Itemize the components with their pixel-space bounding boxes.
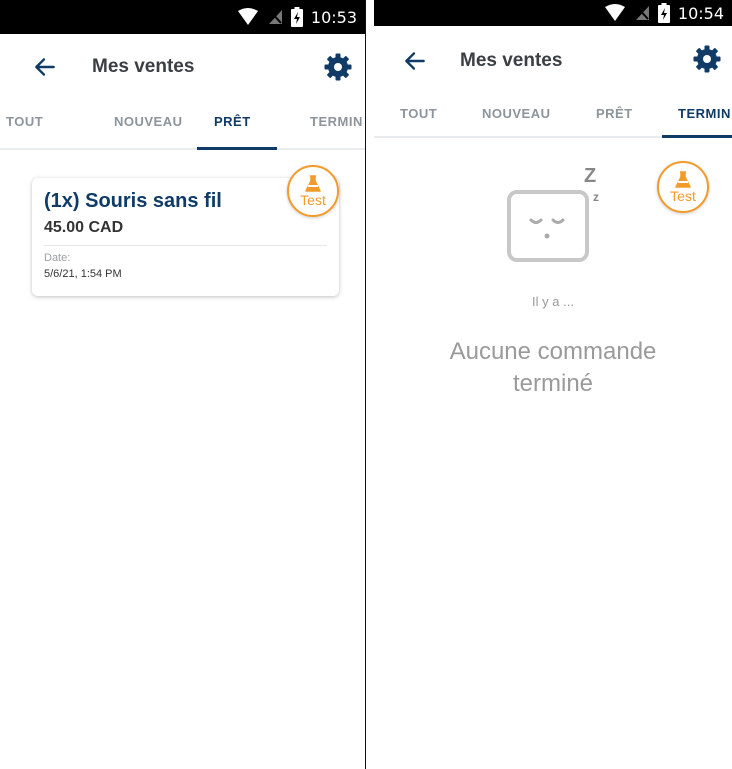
screen-completed-orders: 10:54 Mes ventes TOUT NOUVEAU PRÊT TERMI… <box>374 0 732 769</box>
page-title: Mes ventes <box>92 56 195 77</box>
active-tab-indicator <box>197 147 277 150</box>
tab-nouveau[interactable]: NOUVEAU <box>114 114 183 129</box>
tab-termine[interactable]: TERMIN <box>678 106 731 121</box>
tab-pret[interactable]: PRÊT <box>596 106 633 121</box>
status-bar: 10:54 <box>374 0 732 26</box>
test-mode-badge[interactable]: Test <box>657 161 709 213</box>
no-signal-icon <box>635 5 649 20</box>
battery-charging-icon <box>290 7 303 27</box>
wifi-icon <box>604 4 625 21</box>
test-badge-label: Test <box>300 191 326 208</box>
tab-nouveau[interactable]: NOUVEAU <box>482 106 551 121</box>
flask-icon <box>675 170 691 188</box>
sleep-z-large: Z <box>584 165 597 187</box>
order-date: 5/6/21, 1:54 PM <box>44 268 122 280</box>
screen-ready-orders: 10:53 Mes ventes TOUT NOUVEAU PRÊT TERMI… <box>0 0 365 769</box>
arrow-left-icon[interactable] <box>32 54 58 80</box>
sleeping-face-icon <box>507 190 589 262</box>
gear-icon[interactable] <box>692 44 722 74</box>
no-signal-icon <box>268 9 282 24</box>
app-bar: Mes ventes <box>374 26 732 94</box>
tab-tout[interactable]: TOUT <box>6 114 43 129</box>
empty-message-line-2: terminé <box>512 370 594 397</box>
screens-divider <box>365 0 374 769</box>
order-price: 45.00 CAD <box>44 219 124 236</box>
gear-icon[interactable] <box>323 52 353 82</box>
empty-state-subtitle: Il y a ... <box>532 294 574 309</box>
wifi-icon <box>237 8 258 25</box>
app-bar: Mes ventes <box>0 34 365 102</box>
status-time: 10:53 <box>310 7 357 27</box>
flask-icon <box>305 174 321 192</box>
order-date-label: Date: <box>44 252 71 264</box>
status-time: 10:54 <box>677 3 724 23</box>
sleep-z-small: z <box>593 190 599 204</box>
tab-pret[interactable]: PRÊT <box>214 114 251 129</box>
order-title: (1x) Souris sans fil <box>44 190 222 212</box>
tab-bar: TOUT NOUVEAU PRÊT TERMIN <box>0 102 365 150</box>
test-badge-label: Test <box>670 187 696 204</box>
card-divider <box>44 245 327 246</box>
tab-tout[interactable]: TOUT <box>400 106 437 121</box>
status-bar: 10:53 <box>0 0 365 34</box>
page-title: Mes ventes <box>460 50 563 71</box>
empty-message-line-1: Aucune commande <box>449 338 657 365</box>
test-mode-badge[interactable]: Test <box>287 165 339 217</box>
arrow-left-icon[interactable] <box>402 48 428 74</box>
battery-charging-icon <box>657 3 670 23</box>
active-tab-indicator <box>662 135 732 138</box>
empty-state-message: Aucune commande terminé <box>374 336 732 400</box>
tab-termine[interactable]: TERMIN <box>310 114 363 129</box>
tab-bar: TOUT NOUVEAU PRÊT TERMIN <box>374 94 732 138</box>
